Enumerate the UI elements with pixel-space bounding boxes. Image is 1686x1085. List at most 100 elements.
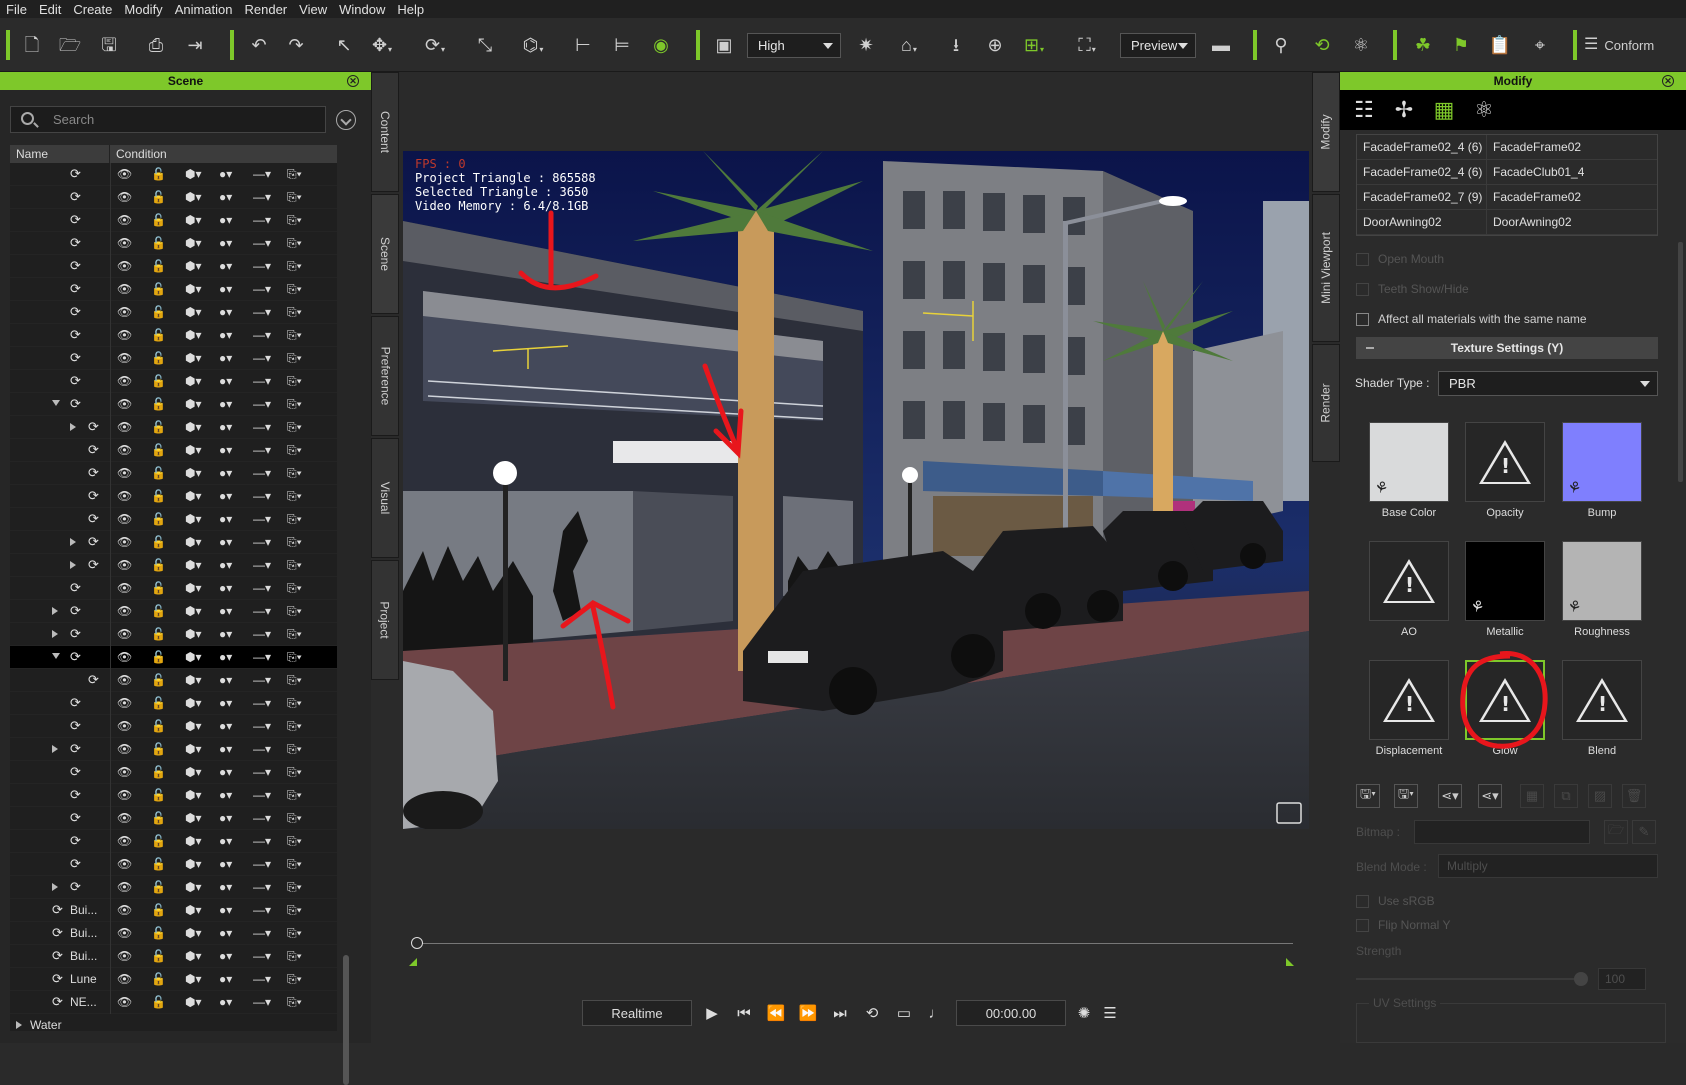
table-row[interactable]: ⟳ 👁 🔓 ⬢▾ ●▾ —▾ ⎘▾ — [10, 783, 337, 807]
line-icon[interactable]: —▾ — [253, 512, 287, 526]
expand-arrow-icon[interactable] — [52, 606, 58, 615]
save-icon[interactable]: 🖫 — [94, 30, 124, 60]
table-row[interactable]: ⟳ 👁 🔓 ⬢▾ ●▾ —▾ ⎘▾ — [10, 599, 337, 623]
group-icon[interactable]: ⚛ — [1346, 30, 1376, 60]
cube-icon[interactable]: ⬢▾ — [185, 466, 219, 480]
timeline-slider[interactable] — [403, 920, 1303, 970]
shadow-icon[interactable]: ●▾ — [219, 420, 253, 434]
preview-dropdown[interactable]: Preview — [1120, 33, 1196, 58]
lock-icon[interactable]: 🔓 — [151, 374, 185, 388]
line-icon[interactable]: —▾ — [253, 489, 287, 503]
table-row[interactable]: ⟳ 👁 🔓 ⬢▾ ●▾ —▾ ⎘▾ — [10, 346, 337, 370]
lock-icon[interactable]: 🔓 — [151, 926, 185, 940]
copy-icon[interactable]: ⎘▾ — [287, 696, 321, 711]
table-row[interactable]: ⟳ NE... 👁 🔓 ⬢▾ ●▾ —▾ ⎘▾ — [10, 990, 337, 1014]
texture-slot-displacement[interactable]: Displacement — [1369, 660, 1449, 757]
copy-icon[interactable]: ⎘▾ — [287, 811, 321, 826]
lock-icon[interactable]: 🔓 — [151, 512, 185, 526]
character-icon[interactable]: ☘ — [1408, 30, 1438, 60]
texture-slot-roughness[interactable]: ⚘ Roughness — [1562, 541, 1642, 638]
eye-icon[interactable]: 👁 — [117, 673, 151, 687]
shadow-icon[interactable]: ●▾ — [219, 788, 253, 802]
lock-icon[interactable]: 🔓 — [151, 650, 185, 664]
line-icon[interactable]: —▾ — [253, 972, 287, 986]
menu-file[interactable]: File — [0, 2, 33, 17]
shadow-icon[interactable]: ●▾ — [219, 213, 253, 227]
shadow-icon[interactable]: ●▾ — [219, 581, 253, 595]
cube-icon[interactable]: ⬢▾ — [185, 512, 219, 526]
share-texture-icon[interactable]: ⋖▾ — [1438, 784, 1462, 808]
line-icon[interactable]: —▾ — [253, 650, 287, 664]
line-icon[interactable]: —▾ — [253, 742, 287, 756]
copy-icon[interactable]: ⎘▾ — [287, 719, 321, 734]
line-icon[interactable]: —▾ — [253, 420, 287, 434]
layout-icon[interactable]: ▣ — [709, 30, 739, 60]
table-row[interactable]: ⟳ Bui... 👁 🔓 ⬢▾ ●▾ —▾ ⎘▾ — [10, 944, 337, 968]
menu-animation[interactable]: Animation — [169, 2, 239, 17]
timeline-handle[interactable] — [411, 937, 423, 949]
copy-icon[interactable]: ⎘▾ — [287, 420, 321, 435]
modify-scrollbar[interactable] — [1678, 242, 1683, 482]
cube-icon[interactable]: ⬢▾ — [185, 236, 219, 250]
copy-icon[interactable]: ⎘▾ — [287, 995, 321, 1010]
eye-icon[interactable]: 👁 — [117, 926, 151, 940]
expand-arrow-icon[interactable] — [16, 1020, 22, 1029]
music-note-icon[interactable]: ♩ — [922, 1000, 950, 1026]
eye-icon[interactable]: 👁 — [117, 788, 151, 802]
tab-scene[interactable]: Scene — [371, 194, 399, 314]
table-row[interactable]: ⟳ 👁 🔓 ⬢▾ ●▾ —▾ ⎘▾ — [10, 392, 337, 416]
line-icon[interactable]: —▾ — [253, 167, 287, 181]
cube-icon[interactable]: ⬢▾ — [185, 650, 219, 664]
filter-dropdown-icon[interactable] — [336, 110, 356, 130]
line-icon[interactable]: —▾ — [253, 788, 287, 802]
copy-icon[interactable]: ⎘▾ — [287, 190, 321, 205]
flag-icon[interactable]: ⚑ — [1446, 30, 1476, 60]
line-icon[interactable]: —▾ — [253, 995, 287, 1009]
tab-modify[interactable]: Modify — [1312, 72, 1340, 192]
collapse-arrow-icon[interactable] — [52, 652, 60, 659]
shadow-icon[interactable]: ●▾ — [219, 673, 253, 687]
skip-to-end-icon[interactable]: ⏭ — [826, 1000, 854, 1026]
import-icon[interactable]: ⎙ — [141, 30, 171, 60]
line-icon[interactable]: —▾ — [253, 581, 287, 595]
export-icon[interactable]: ⇥ — [180, 30, 210, 60]
menu-help[interactable]: Help — [391, 2, 430, 17]
line-icon[interactable]: —▾ — [253, 213, 287, 227]
motion-icon[interactable]: ⟲ — [1307, 30, 1337, 60]
eye-icon[interactable]: 👁 — [117, 213, 151, 227]
affect-all-materials-checkbox[interactable]: Affect all materials with the same name — [1356, 312, 1587, 326]
shadow-icon[interactable]: ●▾ — [219, 443, 253, 457]
line-icon[interactable]: —▾ — [253, 328, 287, 342]
lock-icon[interactable]: 🔓 — [151, 604, 185, 618]
tab-content[interactable]: Content — [371, 72, 399, 192]
shadow-icon[interactable]: ●▾ — [219, 167, 253, 181]
shadow-icon[interactable]: ●▾ — [219, 857, 253, 871]
texture-slot-bump[interactable]: ⚘ Bump — [1562, 422, 1642, 519]
snap-icon[interactable]: ⌬ ▾ — [518, 30, 548, 60]
camera-link-icon[interactable]: ⊞ ▾ — [1019, 30, 1049, 60]
shadow-icon[interactable]: ●▾ — [219, 236, 253, 250]
tab-visual[interactable]: Visual — [371, 438, 399, 558]
list-item[interactable]: FacadeFrame02_4 (6) FacadeClub01_4 — [1357, 160, 1657, 185]
copy-icon[interactable]: ⎘▾ — [287, 857, 321, 872]
copy-icon[interactable]: ⎘▾ — [287, 167, 321, 182]
table-row[interactable]: ⟳ 👁 🔓 ⬢▾ ●▾ —▾ ⎘▾ — [10, 208, 337, 232]
eye-icon[interactable]: 👁 — [117, 259, 151, 273]
shadow-icon[interactable]: ●▾ — [219, 558, 253, 572]
copy-icon[interactable]: ⎘▾ — [287, 926, 321, 941]
shadow-icon[interactable]: ●▾ — [219, 328, 253, 342]
copy-icon[interactable]: ⎘▾ — [287, 535, 321, 550]
lock-icon[interactable]: 🔓 — [151, 788, 185, 802]
eye-icon[interactable]: 👁 — [117, 880, 151, 894]
lock-icon[interactable]: 🔓 — [151, 581, 185, 595]
scale-icon[interactable]: ⤡ — [470, 30, 500, 60]
expand-arrow-icon[interactable] — [52, 882, 58, 891]
cube-icon[interactable]: ⬢▾ — [185, 443, 219, 457]
align-icon[interactable]: ⊢ — [568, 30, 598, 60]
table-row[interactable]: ⟳ 👁 🔓 ⬢▾ ●▾ —▾ ⎘▾ — [10, 852, 337, 876]
line-icon[interactable]: —▾ — [253, 673, 287, 687]
distribute-icon[interactable]: ⊨ — [607, 30, 637, 60]
texture-slot-glow[interactable]: Glow — [1460, 651, 1548, 757]
eye-icon[interactable]: 👁 — [117, 581, 151, 595]
shadow-icon[interactable]: ●▾ — [219, 604, 253, 618]
